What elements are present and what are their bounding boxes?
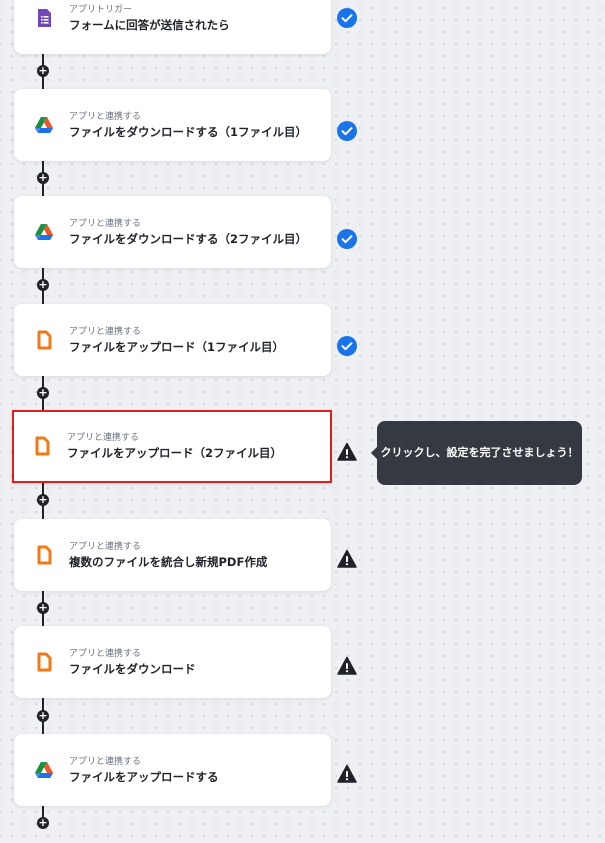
- check-circle-icon: [337, 121, 357, 141]
- step-title: ファイルをダウンロードする（1ファイル目）: [69, 125, 307, 139]
- step-type-label: アプリトリガー: [69, 5, 133, 15]
- flow-step-merge-pdf[interactable]: アプリと連携する 複数のファイルを統合し新規PDF作成: [14, 519, 331, 591]
- document-app-icon: [32, 436, 52, 456]
- step-type-label: アプリと連携する: [67, 433, 140, 443]
- add-step-button[interactable]: +: [37, 817, 49, 829]
- google-drive-icon: [34, 222, 54, 242]
- flow-step-form-trigger[interactable]: アプリトリガー フォームに回答が送信されたら: [14, 0, 331, 54]
- warning-icon: [337, 764, 357, 784]
- step-type-label: アプリと連携する: [69, 757, 142, 767]
- step-type-label: アプリと連携する: [69, 112, 142, 122]
- google-drive-icon: [34, 760, 54, 780]
- warning-icon: [337, 442, 357, 462]
- warning-icon: [337, 549, 357, 569]
- warning-icon: [337, 656, 357, 676]
- add-step-button[interactable]: +: [37, 172, 49, 184]
- step-title: ファイルをアップロード（1ファイル目）: [69, 340, 284, 354]
- document-app-icon: [34, 652, 54, 672]
- setup-hint-tooltip: クリックし、設定を完了させましょう！: [371, 421, 582, 485]
- step-title: ファイルをダウンロードする（2ファイル目）: [69, 232, 307, 246]
- document-app-icon: [34, 330, 54, 350]
- step-title: ファイルをダウンロード: [69, 662, 196, 676]
- google-drive-icon: [34, 115, 54, 135]
- flow-step-upload-file-2[interactable]: アプリと連携する ファイルをアップロード（2ファイル目）: [12, 410, 332, 483]
- add-step-button[interactable]: +: [37, 494, 49, 506]
- step-title: ファイルをアップロード（2ファイル目）: [67, 446, 282, 460]
- google-forms-icon: [34, 8, 54, 28]
- tooltip-text: クリックし、設定を完了させましょう！: [380, 446, 579, 459]
- flow-step-download-file[interactable]: アプリと連携する ファイルをダウンロード: [14, 626, 331, 698]
- add-step-button[interactable]: +: [37, 387, 49, 399]
- check-circle-icon: [337, 8, 357, 28]
- check-circle-icon: [337, 229, 357, 249]
- flow-step-download-file-1[interactable]: アプリと連携する ファイルをダウンロードする（1ファイル目）: [14, 89, 331, 161]
- step-type-label: アプリと連携する: [69, 542, 142, 552]
- step-title: フォームに回答が送信されたら: [69, 18, 230, 32]
- add-step-button[interactable]: +: [37, 602, 49, 614]
- step-type-label: アプリと連携する: [69, 327, 142, 337]
- check-circle-icon: [337, 336, 357, 356]
- document-app-icon: [34, 545, 54, 565]
- step-title: 複数のファイルを統合し新規PDF作成: [69, 555, 268, 569]
- flow-step-upload-file-1[interactable]: アプリと連携する ファイルをアップロード（1ファイル目）: [14, 304, 331, 376]
- add-step-button[interactable]: +: [37, 279, 49, 291]
- flow-step-upload-file[interactable]: アプリと連携する ファイルをアップロードする: [14, 734, 331, 806]
- flow-step-download-file-2[interactable]: アプリと連携する ファイルをダウンロードする（2ファイル目）: [14, 196, 331, 268]
- step-type-label: アプリと連携する: [69, 649, 142, 659]
- add-step-button[interactable]: +: [37, 65, 49, 77]
- step-type-label: アプリと連携する: [69, 219, 142, 229]
- step-title: ファイルをアップロードする: [69, 770, 219, 784]
- add-step-button[interactable]: +: [37, 710, 49, 722]
